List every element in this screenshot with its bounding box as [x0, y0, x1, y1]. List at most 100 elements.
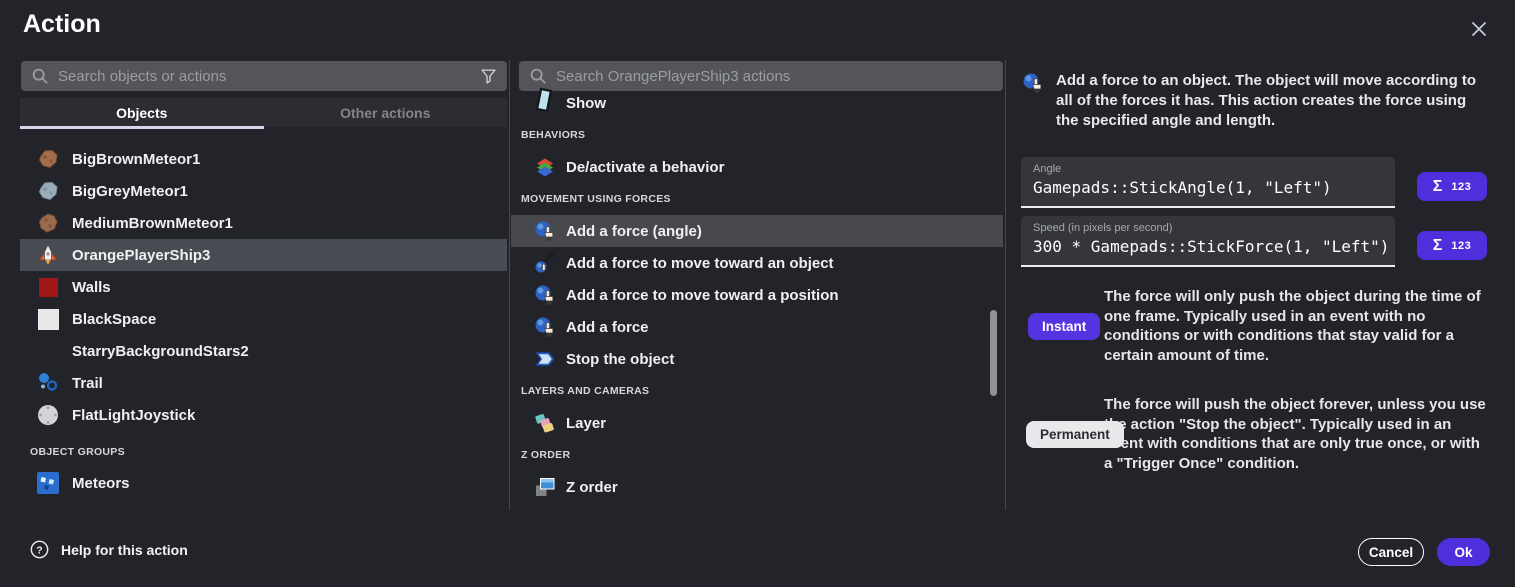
sigma-icon: Σ — [1433, 178, 1443, 196]
speed-expression-button[interactable]: Σ 123 — [1417, 231, 1487, 260]
action-row[interactable]: Add a force to move toward a position — [511, 279, 1003, 311]
numbers-icon: 123 — [1451, 181, 1471, 193]
show-icon — [533, 88, 557, 112]
speed-field-value: 300 * Gamepads::StickForce(1, "Left") — [1033, 237, 1383, 256]
action-label: Layer — [566, 415, 606, 432]
object-label: BigGreyMeteor1 — [72, 183, 188, 200]
search-icon — [31, 67, 49, 85]
objects-search-input[interactable] — [58, 68, 472, 85]
stop-object-icon — [533, 347, 557, 371]
force-icon — [1022, 72, 1044, 94]
joystick-icon — [36, 403, 60, 427]
action-row[interactable]: Show — [511, 87, 1003, 119]
force-toward-object-icon — [533, 251, 557, 275]
tab-other-actions-label: Other actions — [340, 105, 430, 121]
tab-objects-label: Objects — [116, 105, 167, 121]
action-label: Stop the object — [566, 351, 674, 368]
permanent-description: The force will push the object forever, … — [1104, 395, 1486, 473]
action-label: Add a force (angle) — [566, 223, 702, 240]
action-row[interactable]: De/activate a behavior — [511, 151, 1003, 183]
object-label: BlackSpace — [72, 311, 156, 328]
tab-objects[interactable]: Objects — [20, 98, 264, 127]
action-row-selected[interactable]: Add a force (angle) — [511, 215, 1003, 247]
angle-expression-button[interactable]: Σ 123 — [1417, 172, 1487, 201]
close-icon — [1469, 19, 1489, 39]
instant-description: The force will only push the object duri… — [1104, 287, 1486, 365]
action-row[interactable]: Add a force — [511, 311, 1003, 343]
object-row[interactable]: BlackSpace — [20, 303, 507, 335]
action-row[interactable]: Layer — [511, 407, 1003, 439]
object-row[interactable]: Trail — [20, 367, 507, 399]
action-label: De/activate a behavior — [566, 159, 724, 176]
angle-field-value: Gamepads::StickAngle(1, "Left") — [1033, 178, 1383, 197]
page-title: Action — [23, 10, 101, 39]
group-row[interactable]: Meteors — [20, 467, 507, 499]
layer-icon — [533, 411, 557, 435]
white-square-icon — [36, 307, 60, 331]
panel-divider — [1005, 60, 1006, 510]
object-groups-header: OBJECT GROUPS — [20, 437, 507, 467]
grey-meteor-icon — [36, 179, 60, 203]
actions-scrollbar-thumb[interactable] — [990, 310, 997, 396]
help-button[interactable]: ? Help for this action — [30, 540, 188, 559]
force-icon — [533, 219, 557, 243]
object-row[interactable]: BigGreyMeteor1 — [20, 175, 507, 207]
panel-divider — [509, 60, 510, 510]
numbers-icon: 123 — [1451, 240, 1471, 252]
filter-icon — [480, 68, 497, 85]
force-icon — [533, 315, 557, 339]
object-row[interactable]: StarryBackgroundStars2 — [20, 335, 507, 367]
object-row[interactable]: MediumBrownMeteor1 — [20, 207, 507, 239]
objects-list: BigBrownMeteor1 BigGreyMeteor1 MediumBro… — [20, 143, 507, 499]
actions-list: Show BEHAVIORS De/activate a behavior MO… — [511, 87, 1003, 503]
blank-icon — [36, 339, 60, 363]
force-icon — [533, 283, 557, 307]
trail-dots-icon — [36, 371, 60, 395]
group-label: Meteors — [72, 475, 130, 492]
section-header-movement: MOVEMENT USING FORCES — [511, 183, 1003, 215]
rocket-ship-icon — [36, 243, 60, 267]
angle-field-label: Angle — [1033, 163, 1383, 175]
action-description: Add a force to an object. The object wil… — [1056, 71, 1484, 130]
action-row[interactable]: Add a force to move toward an object — [511, 247, 1003, 279]
search-icon — [529, 67, 547, 85]
meteors-group-icon — [36, 471, 60, 495]
object-label: Trail — [72, 375, 103, 392]
objects-search — [21, 61, 507, 91]
speed-field[interactable]: Speed (in pixels per second) 300 * Gamep… — [1021, 216, 1395, 267]
brown-meteor-icon — [36, 211, 60, 235]
angle-field[interactable]: Angle Gamepads::StickAngle(1, "Left") — [1021, 157, 1395, 208]
behavior-icon — [533, 155, 557, 179]
actions-search-input[interactable] — [556, 68, 993, 85]
instant-button[interactable]: Instant — [1028, 313, 1100, 340]
object-row[interactable]: BigBrownMeteor1 — [20, 143, 507, 175]
svg-text:?: ? — [36, 545, 42, 556]
object-row[interactable]: FlatLightJoystick — [20, 399, 507, 431]
section-header-zorder: Z ORDER — [511, 439, 1003, 471]
tab-other-actions[interactable]: Other actions — [264, 98, 508, 127]
help-label: Help for this action — [61, 542, 188, 558]
action-label: Add a force to move toward an object — [566, 255, 834, 272]
object-label: StarryBackgroundStars2 — [72, 343, 249, 360]
section-header-behaviors: BEHAVIORS — [511, 119, 1003, 151]
close-button[interactable] — [1464, 14, 1494, 44]
action-label: Show — [566, 95, 606, 112]
z-order-icon — [533, 475, 557, 499]
object-label: MediumBrownMeteor1 — [72, 215, 233, 232]
action-label: Add a force to move toward a position — [566, 287, 839, 304]
left-tab-bar: Objects Other actions — [20, 98, 507, 127]
action-label: Add a force — [566, 319, 649, 336]
section-header-layers: LAYERS AND CAMERAS — [511, 375, 1003, 407]
sigma-icon: Σ — [1433, 237, 1443, 255]
object-row-selected[interactable]: OrangePlayerShip3 — [20, 239, 507, 271]
object-label: FlatLightJoystick — [72, 407, 195, 424]
red-square-icon — [36, 275, 60, 299]
action-row[interactable]: Stop the object — [511, 343, 1003, 375]
ok-button[interactable]: Ok — [1437, 538, 1490, 566]
object-label: Walls — [72, 279, 111, 296]
filter-button[interactable] — [480, 68, 497, 85]
object-row[interactable]: Walls — [20, 271, 507, 303]
action-row[interactable]: Z order — [511, 471, 1003, 503]
action-label: Z order — [566, 479, 618, 496]
cancel-button[interactable]: Cancel — [1358, 538, 1424, 566]
